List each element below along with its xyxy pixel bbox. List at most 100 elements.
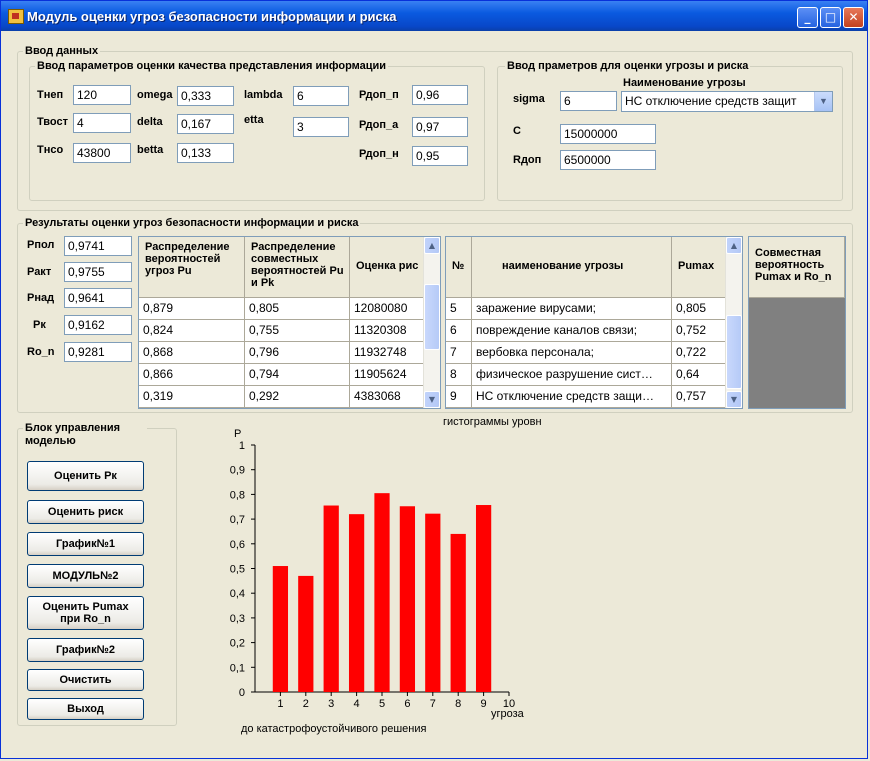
close-button[interactable]: ✕ [843, 7, 864, 28]
grid-cell[interactable]: 6 [446, 320, 472, 342]
grid-cell[interactable]: вербовка персонала; [472, 342, 672, 364]
module2-button[interactable]: МОДУЛЬ№2 [27, 564, 144, 588]
grid-cell[interactable]: 5 [446, 298, 472, 320]
minimize-button[interactable]: _ [797, 7, 818, 28]
omega-input[interactable]: 0,333 [177, 86, 234, 106]
grid-cell[interactable]: 0,757 [672, 386, 726, 408]
column-header[interactable]: № [446, 237, 472, 298]
metric-label-rpol: Рпол [27, 239, 55, 251]
app-icon[interactable] [8, 9, 24, 24]
rdop-n-input[interactable]: 0,95 [412, 146, 468, 166]
grid-cell[interactable]: физическое разрушение сист… [472, 364, 672, 386]
threat-name-select[interactable]: НС отключение средств защит ▼ [621, 91, 833, 112]
probability-grid[interactable]: Распределение вероятностей угроз Pu Расп… [138, 236, 441, 409]
estimate-rk-button[interactable]: Оценить Рк [27, 461, 144, 491]
etta-input[interactable]: 3 [293, 117, 349, 137]
grid-cell[interactable]: 7 [446, 342, 472, 364]
joint-probability-grid[interactable]: Совместная вероятность Pumax и Ro_n [748, 236, 846, 409]
grid-cell[interactable]: 12080080 [350, 298, 424, 320]
grid-cell[interactable]: 0,794 [245, 364, 350, 386]
lambda-input[interactable]: 6 [293, 86, 349, 106]
exit-button[interactable]: Выход [27, 698, 144, 720]
grid-cell[interactable]: 11320308 [350, 320, 424, 342]
grid-cell[interactable]: 11932748 [350, 342, 424, 364]
y-tick-label: 0,7 [230, 514, 245, 526]
column-header[interactable]: наименование угрозы [472, 237, 672, 298]
grid-scrollbar[interactable]: ▲ ▼ [423, 237, 440, 408]
chart-bar [298, 575, 314, 692]
sigma-input[interactable]: 6 [560, 91, 617, 111]
chart-bar [272, 566, 289, 692]
grid-cell[interactable]: 8 [446, 364, 472, 386]
x-tick-label: 1 [277, 698, 283, 710]
tnso-input[interactable]: 43800 [73, 143, 131, 163]
grid-cell[interactable]: заражение вирусами; [472, 298, 672, 320]
grid-cell[interactable]: 0,319 [139, 386, 245, 408]
grid-cell[interactable]: повреждение каналов связи; [472, 320, 672, 342]
y-tick-label: 0,3 [230, 613, 245, 625]
x-tick-label: 5 [379, 698, 385, 710]
scroll-down-icon[interactable]: ▼ [726, 391, 742, 408]
rdop-a-input[interactable]: 0,97 [412, 117, 468, 137]
threat-grid[interactable]: № наименование угрозы Pumax 5 заражение … [445, 236, 743, 409]
field-label-betta: betta [137, 144, 164, 156]
rdop-label: Rдоп [513, 154, 542, 166]
column-header[interactable]: Совместная вероятность Pumax и Ro_n [749, 237, 845, 298]
column-header[interactable]: Оценка рис [350, 237, 424, 298]
rakt-output[interactable]: 0,9755 [64, 262, 132, 282]
scroll-up-icon[interactable]: ▲ [424, 237, 440, 254]
column-header[interactable]: Распределение совместных вероятностей Pu… [245, 237, 350, 298]
chevron-down-icon[interactable]: ▼ [814, 92, 832, 111]
x-tick-label: 4 [354, 698, 360, 710]
tvost-input[interactable]: 4 [73, 113, 131, 133]
scroll-down-icon[interactable]: ▼ [424, 391, 440, 408]
metric-label-ro-n: Ro_n [27, 346, 55, 358]
column-header[interactable]: Распределение вероятностей угроз Pu [139, 237, 245, 298]
grid-cell[interactable]: 0,879 [139, 298, 245, 320]
y-tick-label: 0,2 [230, 638, 245, 650]
grid-scrollbar[interactable]: ▲ ▼ [725, 237, 742, 408]
grid-cell[interactable]: 0,805 [672, 298, 726, 320]
chart1-button[interactable]: График№1 [27, 532, 144, 556]
grid-cell[interactable]: 0,824 [139, 320, 245, 342]
c-label: С [513, 125, 521, 137]
grid-cell[interactable]: 0,752 [672, 320, 726, 342]
grid-cell[interactable]: 0,866 [139, 364, 245, 386]
rdop-input[interactable]: 6500000 [560, 150, 656, 170]
grid-cell[interactable]: 0,64 [672, 364, 726, 386]
c-input[interactable]: 15000000 [560, 124, 656, 144]
title-bar[interactable]: Модуль оценки угроз безопасности информа… [1, 1, 867, 31]
grid-cell[interactable]: 0,722 [672, 342, 726, 364]
tnep-input[interactable]: 120 [73, 85, 131, 105]
ro-n-output[interactable]: 0,9281 [64, 342, 132, 362]
betta-input[interactable]: 0,133 [177, 143, 234, 163]
grid-cell[interactable]: 0,796 [245, 342, 350, 364]
grid-cell[interactable]: 0,868 [139, 342, 245, 364]
maximize-button[interactable]: □ [820, 7, 841, 28]
grid-cell[interactable]: НС отключение средств защи… [472, 386, 672, 408]
scroll-thumb[interactable] [424, 284, 440, 350]
scroll-up-icon[interactable]: ▲ [726, 237, 742, 254]
main-window: Модуль оценки угроз безопасности информа… [0, 0, 868, 759]
y-tick-label: 0,5 [230, 564, 245, 576]
threat-params-title: Ввод праметров для оценки угрозы и риска [505, 60, 751, 73]
estimate-pumax-button[interactable]: Оценить Pumax при Ro_n [27, 596, 144, 630]
results-group-title: Результаты оценки угроз безопасности инф… [23, 217, 361, 230]
grid-cell[interactable]: 0,805 [245, 298, 350, 320]
column-header[interactable]: Pumax [672, 237, 726, 298]
grid-cell[interactable]: 11905624 [350, 364, 424, 386]
scroll-thumb[interactable] [726, 315, 742, 389]
delta-input[interactable]: 0,167 [177, 114, 234, 134]
grid-cell[interactable]: 9 [446, 386, 472, 408]
rdop-p-input[interactable]: 0,96 [412, 85, 468, 105]
rk-output[interactable]: 0,9162 [64, 315, 132, 335]
grid-cell[interactable]: 4383068 [350, 386, 424, 408]
rpol-output[interactable]: 0,9741 [64, 236, 132, 256]
rnad-output[interactable]: 0,9641 [64, 288, 132, 308]
grid-cell[interactable]: 0,755 [245, 320, 350, 342]
chart2-button[interactable]: График№2 [27, 638, 144, 662]
chart-bar [348, 514, 365, 692]
clear-button[interactable]: Очистить [27, 669, 144, 691]
estimate-risk-button[interactable]: Оценить риск [27, 500, 144, 524]
grid-cell[interactable]: 0,292 [245, 386, 350, 408]
